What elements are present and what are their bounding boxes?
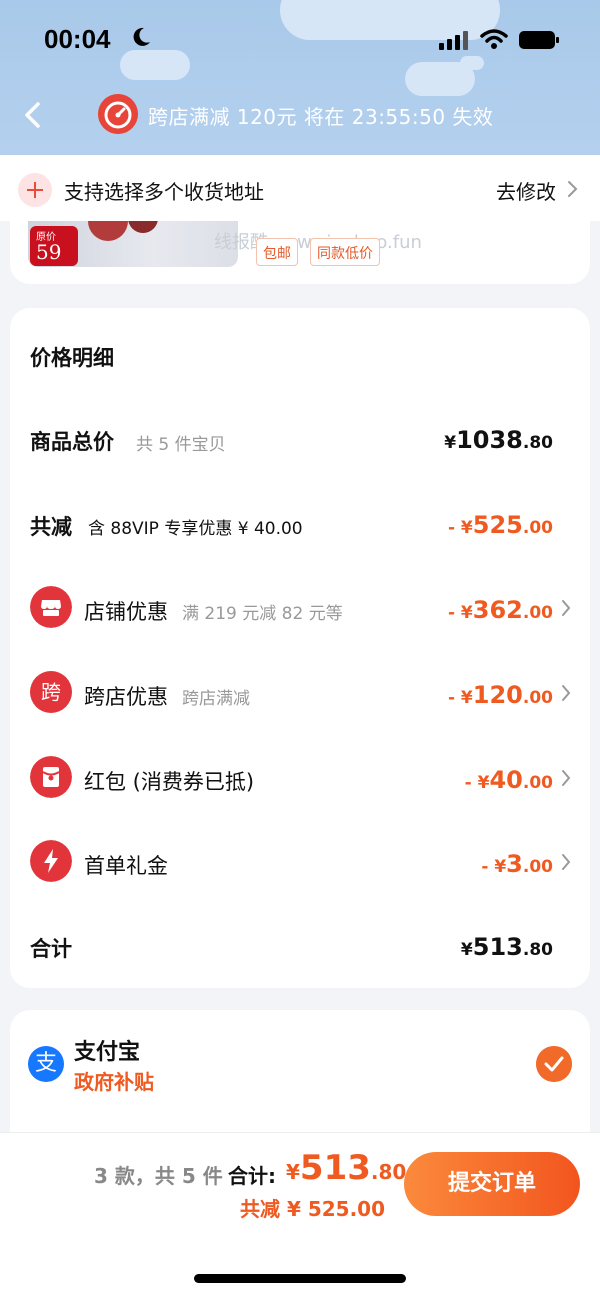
chevron-right-icon[interactable]	[560, 768, 572, 788]
total-discount-amount: - ¥525.00	[447, 511, 553, 539]
saved-amount: 共减 ¥ 525.00	[240, 1197, 386, 1221]
red-packet-icon	[30, 756, 72, 798]
product-price-tag: 原价 59	[30, 226, 78, 266]
submit-order-button[interactable]: 提交订单	[404, 1152, 580, 1216]
address-label: 支持选择多个收货地址	[64, 180, 264, 204]
first-order-bonus-amount[interactable]: - ¥3.00	[481, 850, 553, 878]
red-packet-label: 红包 (消费券已抵)	[84, 770, 255, 794]
payment-method-name: 支付宝	[74, 1040, 141, 1065]
chevron-right-icon[interactable]	[560, 852, 572, 872]
cross-store-discount-amount[interactable]: - ¥120.00	[448, 681, 553, 709]
price-detail-title: 价格明细	[30, 346, 114, 370]
add-address-icon[interactable]	[18, 173, 52, 207]
chevron-right-icon[interactable]	[560, 598, 572, 618]
cloud-decoration	[120, 50, 190, 80]
tag-free-shipping: 包邮	[256, 238, 298, 266]
cross-store-discount-label: 跨店优惠	[84, 685, 168, 709]
shop-discount-label: 店铺优惠	[84, 600, 168, 624]
alipay-icon: 支	[28, 1046, 64, 1082]
shop-icon	[30, 586, 72, 628]
subtotal-label: 合计	[30, 937, 72, 961]
total-amount: ¥513.80	[286, 1148, 407, 1188]
payment-subsidy: 政府补贴	[74, 1070, 154, 1094]
promo-countdown-text: 跨店满减 120元 将在 23:55:50 失效	[148, 105, 494, 129]
item-count: 3 款，共 5 件	[94, 1164, 223, 1188]
cellular-signal-icon	[439, 31, 468, 50]
red-packet-amount[interactable]: - ¥40.00	[465, 766, 553, 794]
cross-store-icon: 跨	[30, 671, 72, 713]
goods-total-label: 商品总价	[30, 430, 114, 454]
cloud-decoration	[460, 56, 484, 70]
cross-store-discount-sub: 跨店满减	[182, 689, 250, 709]
back-icon[interactable]	[18, 98, 48, 132]
total-discount-sub: 含 88VIP 专享优惠 ¥ 40.00	[88, 519, 303, 539]
tag-same-low-price: 同款低价	[310, 238, 380, 266]
subtotal-amount: ¥513.80	[460, 933, 553, 961]
chevron-right-icon[interactable]	[560, 683, 572, 703]
total-label: 合计:	[228, 1164, 276, 1188]
chevron-right-icon[interactable]	[566, 178, 580, 200]
moon-icon	[133, 27, 150, 46]
address-edit-link[interactable]: 去修改	[496, 176, 556, 205]
lightning-icon	[30, 840, 72, 882]
status-time: 00:04	[44, 24, 111, 54]
first-order-bonus-label: 首单礼金	[84, 854, 168, 878]
price-detail-card	[10, 308, 590, 988]
shop-discount-sub: 满 219 元减 82 元等	[182, 604, 343, 624]
home-indicator[interactable]	[194, 1274, 406, 1283]
battery-icon	[519, 31, 559, 49]
total-discount-label: 共减	[30, 515, 72, 539]
shop-discount-amount[interactable]: - ¥362.00	[448, 596, 553, 624]
wifi-icon	[480, 29, 508, 49]
check-icon[interactable]	[536, 1046, 572, 1082]
timer-icon	[98, 94, 138, 134]
price-tag-value: 59	[36, 240, 62, 264]
goods-total-amount: ¥1038.80	[444, 426, 553, 454]
goods-total-sub: 共 5 件宝贝	[136, 435, 226, 455]
